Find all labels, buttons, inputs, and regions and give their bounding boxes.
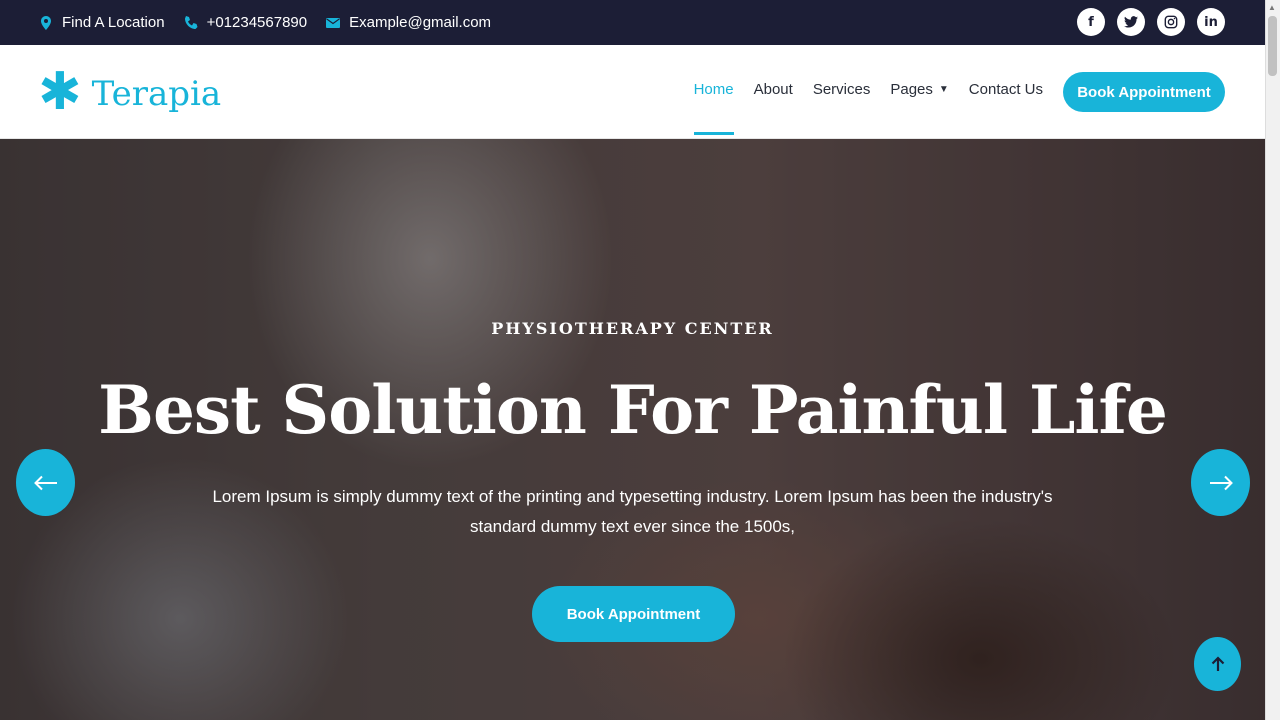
page-scrollbar[interactable]: ▲ [1265,0,1280,720]
nav-about-label: About [753,81,793,98]
back-to-top-button[interactable] [1194,637,1241,691]
hero-content: PHYSIOTHERAPY CENTER Best Solution For P… [0,139,1265,720]
envelope-icon [326,17,341,28]
social-links: f in [1077,8,1225,36]
nav-services-label: Services [812,81,871,98]
hero-slider: PHYSIOTHERAPY CENTER Best Solution For P… [0,139,1265,720]
nav-about[interactable]: About [754,81,793,98]
scroll-up-icon[interactable]: ▲ [1268,3,1277,12]
hero-kicker: PHYSIOTHERAPY CENTER [491,319,774,338]
nav-contact[interactable]: Contact Us [969,81,1043,98]
facebook-icon[interactable]: f [1077,8,1105,36]
asterisk-logo-icon: ✱ [38,62,82,122]
chevron-down-icon: ▼ [938,84,949,95]
arrow-left-icon [33,475,57,490]
hero-description: Lorem Ipsum is simply dummy text of the … [212,487,1053,536]
arrow-up-icon [1211,656,1224,671]
email-text: Example@gmail.com [349,14,492,31]
map-pin-icon [41,15,51,30]
nav-contact-label: Contact Us [968,81,1043,98]
nav-home-label: Home [693,81,734,98]
nav-home[interactable]: Home [693,81,734,135]
nav-pages[interactable]: Pages ▼ [890,81,948,98]
linkedin-icon[interactable]: in [1197,8,1225,36]
phone-link[interactable]: +01234567890 [183,14,308,31]
arrow-right-icon [1209,475,1233,490]
slider-next-button[interactable] [1191,449,1250,516]
scroll-thumb[interactable] [1268,16,1277,76]
slider-prev-button[interactable] [16,449,75,516]
nav-pages-label: Pages [890,81,933,98]
brand-name: Terapia [91,74,222,114]
location-text: Find A Location [62,14,165,31]
book-appointment-button[interactable]: Book Appointment [1063,72,1225,112]
logo[interactable]: ✱ Terapia [38,66,222,118]
topbar: Find A Location +01234567890 Example@gma… [0,0,1265,45]
navbar: ✱ Terapia Home About Services Pages ▼ Con… [0,45,1265,139]
phone-text: +01234567890 [206,14,308,31]
hero-book-appointment-button[interactable]: Book Appointment [532,586,735,642]
main-menu: Home About Services Pages ▼ Contact Us [693,81,1043,135]
twitter-icon[interactable] [1117,8,1145,36]
email-link[interactable]: Example@gmail.com [325,14,491,31]
nav-services[interactable]: Services [813,81,871,98]
instagram-icon[interactable] [1157,8,1185,36]
location-link[interactable]: Find A Location [38,14,165,31]
phone-icon [184,15,198,29]
hero-headline: Best Solution For Painful Life [98,371,1168,449]
